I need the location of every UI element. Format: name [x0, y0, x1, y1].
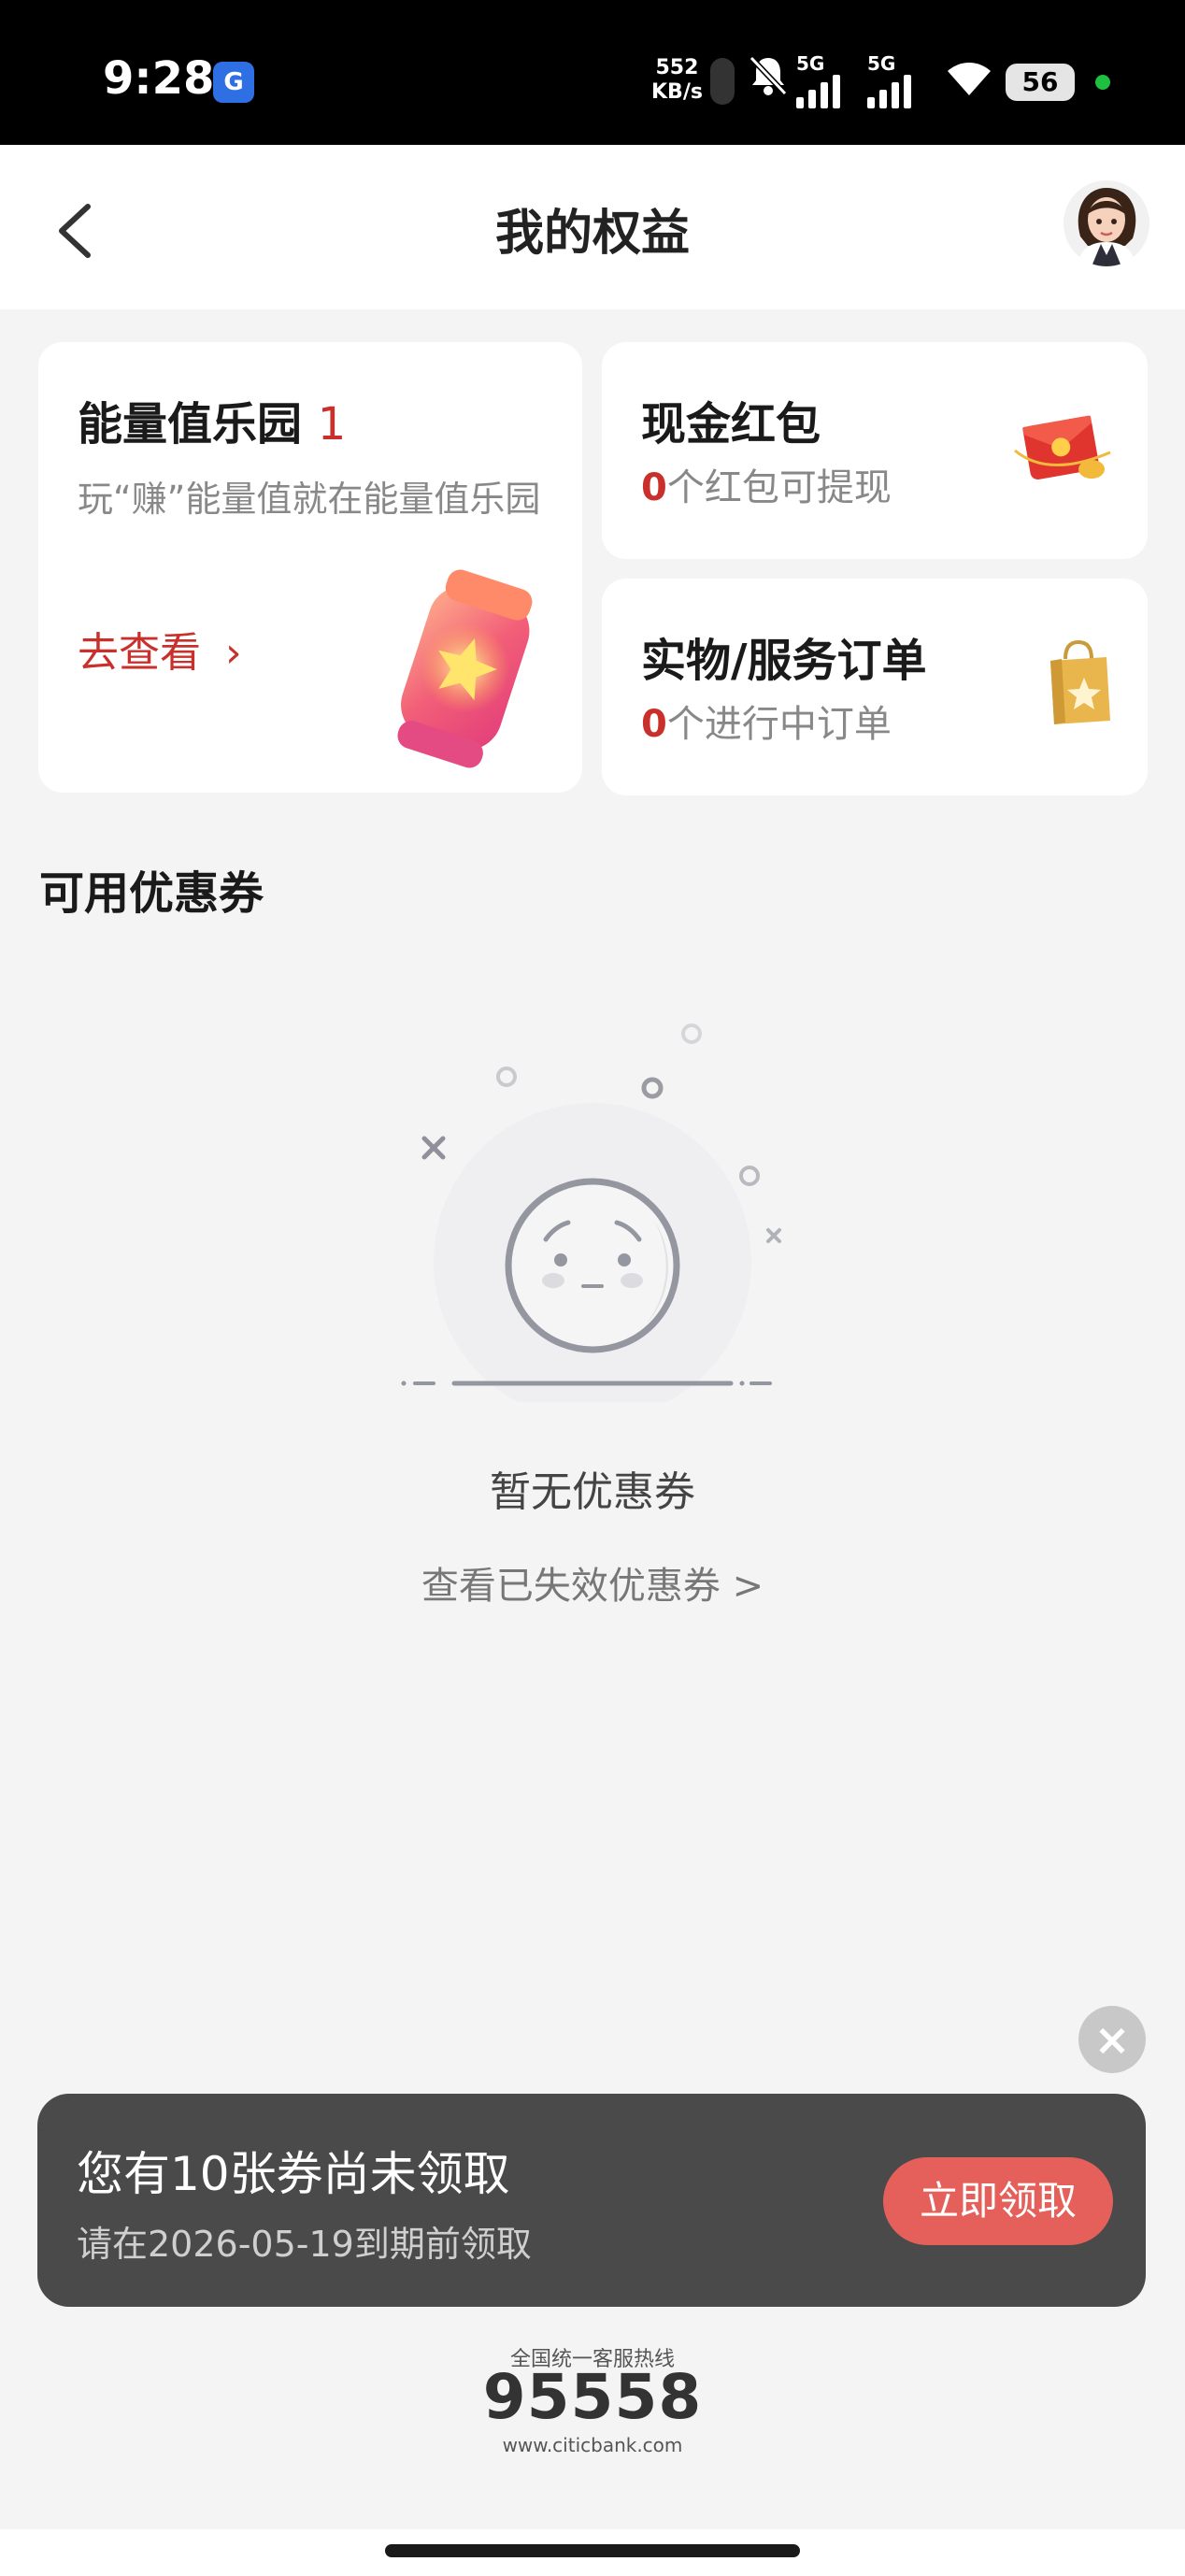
battery-icon: 56 — [1006, 64, 1075, 101]
cash-card-count: 0 — [641, 466, 667, 509]
banner-title: 您有10张券尚未领取 — [77, 2147, 510, 2201]
cash-card-title: 现金红包 — [641, 398, 821, 451]
avatar-icon[interactable] — [1064, 180, 1149, 266]
unclaimed-coupons-banner: 您有10张券尚未领取 请在2026-05-19到期前领取 立即领取 — [37, 2094, 1146, 2307]
cash-card-desc-row: 0个红包可提现 — [641, 462, 892, 514]
energy-card-link[interactable]: 去查看 › — [78, 619, 242, 679]
banner-subtitle: 请在2026-05-19到期前领取 — [77, 2224, 532, 2265]
signal-1: 5G — [796, 52, 840, 108]
energy-card-title: 能量值乐园 — [78, 398, 303, 451]
close-banner-button[interactable]: × — [1078, 2006, 1146, 2073]
shopping-bag-icon — [1041, 637, 1116, 734]
bank-website: www.citicbank.com — [502, 2434, 683, 2456]
available-coupons-title: 可用优惠券 — [39, 867, 264, 920]
cash-red-packet-card[interactable]: 现金红包 0个红包可提现 — [602, 342, 1148, 559]
energy-card-desc: 玩“赚”能量值就在能量值乐园 — [78, 479, 541, 520]
order-card-desc: 个进行中订单 — [666, 703, 892, 746]
network-speed-value: 552 — [655, 56, 699, 79]
status-bar: 9:28 G 552 KB/s 5G 5G 56 — [0, 0, 1185, 145]
network-speed-unit: KB/s — [651, 80, 703, 104]
network-speed: 552 KB/s — [651, 56, 703, 105]
signal-1-label: 5G — [796, 52, 825, 75]
active-indicator-icon — [1095, 75, 1110, 90]
signal-bars-icon — [867, 75, 911, 108]
signal-2: 5G — [867, 52, 911, 108]
energy-card-link-label: 去查看 — [78, 629, 201, 677]
claim-now-button[interactable]: 立即领取 — [883, 2157, 1113, 2245]
cash-card-desc: 个红包可提现 — [666, 466, 892, 509]
view-expired-coupons-link[interactable]: 查看已失效优惠券 > — [0, 1555, 1185, 1610]
energy-park-card[interactable]: 能量值乐园 1 玩“赚”能量值就在能量值乐园 去查看 › — [38, 342, 582, 793]
energy-jar-icon — [367, 559, 554, 778]
signal-2-label: 5G — [867, 52, 896, 75]
signal-bars-icon — [796, 75, 840, 108]
order-card-desc-row: 0个进行中订单 — [641, 698, 892, 751]
app-notification-icon: G — [213, 62, 254, 103]
red-packet-icon — [1011, 404, 1114, 492]
energy-card-count: 1 — [317, 398, 347, 451]
chevron-right-icon: › — [225, 629, 242, 677]
physical-service-order-card[interactable]: 实物/服务订单 0个进行中订单 — [602, 579, 1148, 795]
empty-state-message: 暂无优惠券 — [490, 1468, 695, 1516]
status-time: 9:28 — [103, 52, 215, 105]
privacy-indicator-icon — [710, 58, 735, 105]
page-title: 我的权益 — [494, 206, 690, 262]
header-bar: 我的权益 — [0, 145, 1185, 309]
energy-card-title-row: 能量值乐园 1 — [78, 387, 346, 452]
home-indicator[interactable] — [385, 2544, 800, 2557]
order-card-count: 0 — [641, 703, 667, 746]
order-card-title: 实物/服务订单 — [641, 635, 927, 687]
empty-state-illustration — [387, 1009, 798, 1421]
hotline-number[interactable]: 95558 — [0, 2361, 1185, 2433]
bell-off-icon — [748, 54, 789, 107]
wifi-icon — [946, 60, 992, 107]
